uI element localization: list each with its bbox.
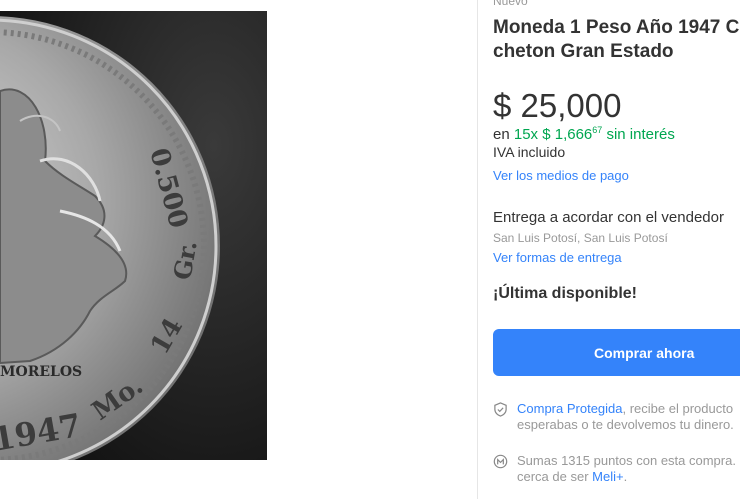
meli-plus-link[interactable]: Meli+ (592, 469, 623, 484)
protected-purchase-link[interactable]: Compra Protegida (517, 401, 623, 416)
installments-amount: $ 1,66667 (542, 125, 603, 143)
installments-info: en 15x $ 1,66667 sin interés (493, 125, 675, 143)
coin-text-name: MORELOS (0, 364, 82, 380)
product-title: Moneda 1 Peso Año 1947 C cheton Gran Est… (493, 16, 740, 64)
installments-count: 15x (513, 126, 539, 143)
delivery-location: San Luis Potosí, San Luis Potosí (493, 231, 668, 245)
condition-label: Nuevo (493, 0, 528, 8)
installments-suffix: sin interés (606, 126, 675, 143)
delivery-title: Entrega a acordar con el vendedor (493, 209, 724, 226)
buy-now-button[interactable]: Comprar ahora (493, 329, 740, 376)
installments-prefix: en (493, 126, 510, 143)
delivery-methods-link[interactable]: Ver formas de entrega (493, 250, 622, 265)
protected-line2: esperabas o te devolvemos tu dinero. (517, 417, 734, 432)
tax-note: IVA incluido (493, 144, 566, 160)
points-text: Sumas 1315 puntos con esta compra. E cer… (517, 453, 740, 485)
protected-purchase-text: Compra Protegida, recibe el producto esp… (517, 401, 734, 433)
protected-line1-rest: , recibe el producto (622, 401, 734, 416)
installments-cents: 67 (592, 125, 603, 135)
meli-points-icon (493, 454, 508, 469)
product-title-line1: Moneda 1 Peso Año 1947 C (493, 17, 740, 38)
product-image[interactable]: 0.500 Gr. 14 Mo. MORELOS 1947 (0, 11, 267, 460)
payment-methods-link[interactable]: Ver los medios de pago (493, 168, 629, 183)
shield-check-icon (494, 402, 507, 417)
coin-photo: 0.500 Gr. 14 Mo. MORELOS 1947 (0, 11, 267, 460)
product-title-line2: cheton Gran Estado (493, 41, 674, 62)
stock-note: ¡Última disponible! (493, 285, 637, 302)
price: $ 25,000 (493, 87, 622, 124)
points-line1: Sumas 1315 puntos con esta compra. E (517, 453, 740, 468)
points-line2-prefix: cerca de ser (517, 469, 589, 484)
installments-amount-value: $ 1,666 (542, 126, 593, 143)
panel-divider (477, 0, 478, 499)
points-line2-suffix: . (623, 469, 628, 484)
